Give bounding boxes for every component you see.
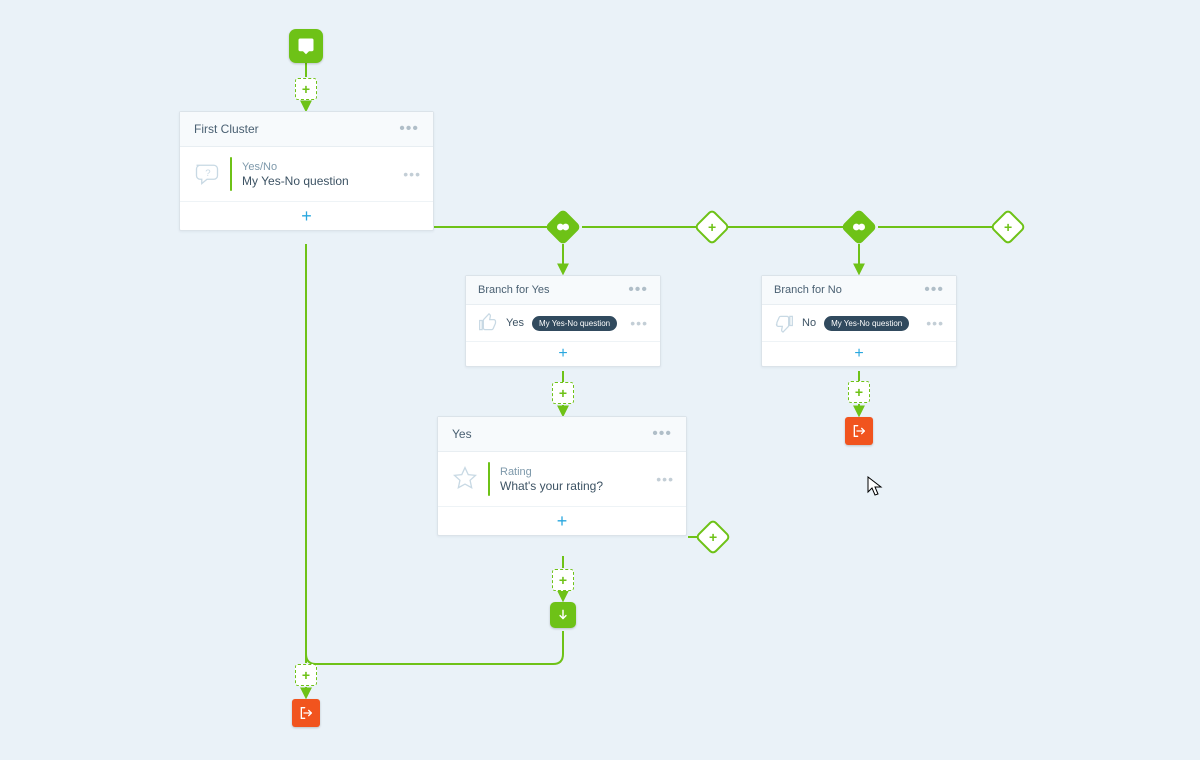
question-menu-button[interactable]: ••• — [650, 476, 674, 483]
svg-text:?: ? — [205, 168, 210, 179]
exit-icon — [298, 705, 314, 721]
add-slot-branch-no[interactable]: + — [848, 381, 870, 403]
plus-icon: + — [559, 573, 567, 587]
cluster-title: Yes — [452, 427, 472, 441]
thumbs-up-icon — [478, 313, 498, 333]
branch-diamond-yes[interactable] — [545, 209, 582, 246]
cluster-header: Yes ••• — [438, 417, 686, 452]
source-badge: My Yes-No question — [532, 316, 617, 331]
add-question-button[interactable]: + — [180, 202, 433, 230]
add-branch-slot-1[interactable]: + — [694, 209, 731, 246]
add-branch-slot-2[interactable]: + — [990, 209, 1027, 246]
branch-yes-card: Branch for Yes ••• Yes My Yes-No questio… — [465, 275, 661, 367]
exit-node-no[interactable] — [845, 417, 873, 445]
mouse-cursor — [867, 476, 883, 498]
question-name: What's your rating? — [500, 479, 650, 493]
star-icon — [448, 462, 482, 496]
plus-icon: + — [301, 206, 312, 227]
exit-icon — [851, 423, 867, 439]
accent-divider — [230, 157, 232, 191]
merge-node[interactable] — [550, 602, 576, 628]
question-name: My Yes-No question — [242, 174, 397, 188]
plus-icon: + — [302, 668, 310, 682]
add-slot-branch-yes[interactable]: + — [552, 382, 574, 404]
add-question-button[interactable]: + — [438, 507, 686, 535]
arrow-down-icon — [556, 608, 570, 622]
accent-divider — [488, 462, 490, 496]
cluster-yes: Yes ••• Rating What's your rating? ••• + — [437, 416, 687, 536]
branch-title: Branch for Yes — [478, 284, 550, 296]
add-slot-start[interactable]: + — [295, 78, 317, 100]
add-condition-button[interactable]: + — [466, 342, 660, 366]
question-menu-button[interactable]: ••• — [397, 171, 421, 178]
plus-icon: + — [557, 511, 568, 532]
branch-label: Yes — [506, 317, 524, 329]
flow-canvas[interactable]: + First Cluster ••• ? Yes/No My Yes-No q… — [0, 0, 1200, 760]
add-slot-cluster-yes[interactable]: + — [552, 569, 574, 591]
condition-menu-button[interactable]: ••• — [920, 320, 944, 327]
speech-bubble-icon — [297, 37, 315, 55]
condition-menu-button[interactable]: ••• — [624, 320, 648, 327]
exit-node-main[interactable] — [292, 699, 320, 727]
source-badge: My Yes-No question — [824, 316, 909, 331]
plus-icon: + — [559, 386, 567, 400]
add-branch-slot-side[interactable]: + — [695, 519, 732, 556]
plus-icon: + — [709, 529, 717, 545]
start-node[interactable] — [289, 29, 323, 63]
thumbs-down-icon — [774, 313, 794, 333]
plus-icon: + — [855, 385, 863, 399]
cluster-title: First Cluster — [194, 122, 259, 136]
cluster-first: First Cluster ••• ? Yes/No My Yes-No que… — [179, 111, 434, 231]
cluster-menu-button[interactable]: ••• — [652, 430, 672, 438]
branch-title: Branch for No — [774, 284, 842, 296]
question-row[interactable]: ? Yes/No My Yes-No question ••• — [180, 147, 433, 202]
branch-condition-row[interactable]: Yes My Yes-No question ••• — [466, 305, 660, 342]
question-bubble-icon: ? — [190, 157, 224, 191]
question-type: Rating — [500, 466, 650, 478]
plus-icon: + — [302, 82, 310, 96]
add-slot-main[interactable]: + — [295, 664, 317, 686]
branch-label: No — [802, 317, 816, 329]
branch-menu-button[interactable]: ••• — [628, 286, 648, 294]
branch-no-card: Branch for No ••• No My Yes-No question … — [761, 275, 957, 367]
branch-menu-button[interactable]: ••• — [924, 286, 944, 294]
branch-icon — [555, 219, 571, 235]
add-condition-button[interactable]: + — [762, 342, 956, 366]
cluster-header: First Cluster ••• — [180, 112, 433, 147]
plus-icon: + — [708, 219, 716, 235]
question-type: Yes/No — [242, 161, 397, 173]
plus-icon: + — [1004, 219, 1012, 235]
question-row[interactable]: Rating What's your rating? ••• — [438, 452, 686, 507]
plus-icon: + — [558, 345, 567, 363]
plus-icon: + — [854, 345, 863, 363]
branch-icon — [851, 219, 867, 235]
branch-diamond-no[interactable] — [841, 209, 878, 246]
branch-condition-row[interactable]: No My Yes-No question ••• — [762, 305, 956, 342]
cluster-menu-button[interactable]: ••• — [399, 125, 419, 133]
